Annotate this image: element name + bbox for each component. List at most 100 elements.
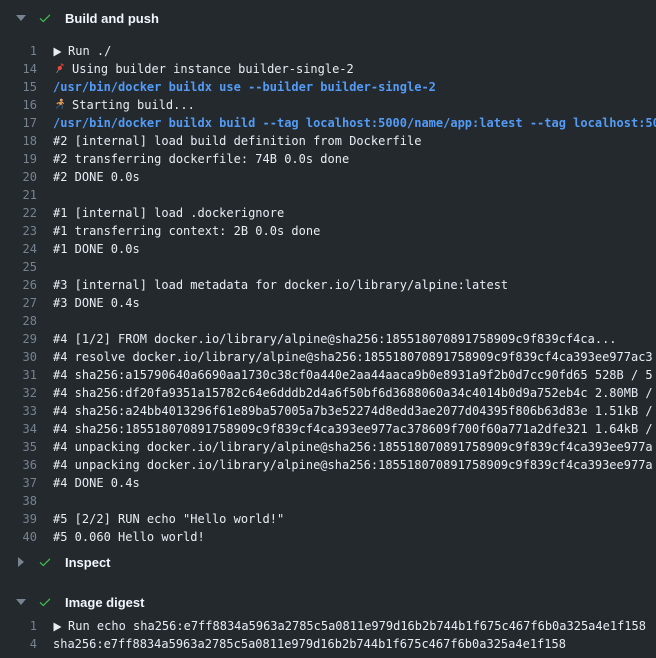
pushpin-icon [53, 62, 66, 78]
log-line: 20 #2 DONE 0.0s [0, 168, 656, 186]
line-content: #4 sha256:a24bb4013296f61e89ba57005a7b3e… [53, 402, 653, 420]
line-number[interactable]: 40 [0, 528, 37, 546]
line-number[interactable]: 29 [0, 330, 37, 348]
line-number[interactable]: 22 [0, 204, 37, 222]
line-number[interactable]: 34 [0, 420, 37, 438]
log-line: 36 #4 unpacking docker.io/library/alpine… [0, 456, 656, 474]
line-text: #2 [internal] load build definition from… [53, 134, 421, 148]
line-number[interactable]: 30 [0, 348, 37, 366]
log-section-inspect: Inspect [0, 552, 656, 572]
section-title: Build and push [65, 11, 159, 26]
log-line: 14 Using builder instance builder-single… [0, 60, 656, 78]
line-text: #2 DONE 0.0s [53, 170, 140, 184]
log-line: 35 #4 unpacking docker.io/library/alpine… [0, 438, 656, 456]
line-number[interactable]: 37 [0, 474, 37, 492]
line-number[interactable]: 24 [0, 240, 37, 258]
log-line: 24 #1 DONE 0.0s [0, 240, 656, 258]
line-number[interactable]: 31 [0, 366, 37, 384]
section-header-build-and-push[interactable]: Build and push [0, 8, 656, 28]
disclosure-triangle-icon[interactable] [16, 15, 26, 21]
line-content: #2 transferring dockerfile: 74B 0.0s don… [53, 150, 349, 168]
line-number[interactable]: 19 [0, 150, 37, 168]
log-line: 4 sha256:e7ff8834a5963a2785c5a0811e979d1… [0, 635, 656, 653]
line-text: sha256:e7ff8834a5963a2785c5a0811e979d16b… [53, 637, 566, 651]
line-text: #4 sha256:185518070891758909c9f839cf4ca3… [53, 422, 653, 436]
section-header-inspect[interactable]: Inspect [0, 552, 656, 572]
line-number[interactable]: 16 [0, 96, 37, 114]
workflow-log-viewer: Build and push 1 Run ./ 14 Using builder… [0, 0, 656, 658]
line-text: #5 0.060 Hello world! [53, 530, 205, 544]
section-header-image-digest[interactable]: Image digest [0, 592, 656, 612]
section-title: Inspect [65, 555, 111, 570]
section-title: Image digest [65, 595, 144, 610]
line-number[interactable]: 18 [0, 132, 37, 150]
runner-icon [53, 98, 66, 114]
play-icon[interactable] [53, 619, 62, 635]
line-text: #4 sha256:a15790640a6690aa1730c38cf0a440… [53, 368, 653, 382]
line-number[interactable]: 17 [0, 114, 37, 132]
line-text: Using builder instance builder-single-2 [72, 62, 354, 76]
line-number[interactable]: 28 [0, 312, 37, 330]
log-line: 33 #4 sha256:a24bb4013296f61e89ba57005a7… [0, 402, 656, 420]
line-text: #4 sha256:a24bb4013296f61e89ba57005a7b3e… [53, 404, 653, 418]
line-text: #4 unpacking docker.io/library/alpine@sh… [53, 458, 653, 472]
line-content: #1 transferring context: 2B 0.0s done [53, 222, 320, 240]
log-line: 16 Starting build... [0, 96, 656, 114]
log-line: 15 /usr/bin/docker buildx use --builder … [0, 78, 656, 96]
line-content: #4 unpacking docker.io/library/alpine@sh… [53, 456, 653, 474]
line-number[interactable]: 38 [0, 492, 37, 510]
line-number[interactable]: 4 [0, 635, 37, 653]
play-icon[interactable] [53, 44, 62, 60]
line-content: /usr/bin/docker buildx use --builder bui… [53, 78, 436, 96]
log-line: 37 #4 DONE 0.4s [0, 474, 656, 492]
line-number[interactable]: 1 [0, 42, 37, 60]
line-text: /usr/bin/docker buildx use --builder bui… [53, 80, 436, 94]
log-line: 26 #3 [internal] load metadata for docke… [0, 276, 656, 294]
line-content: #4 sha256:df20fa9351a15782c64e6dddb2d4a6… [53, 384, 653, 402]
line-content: #4 resolve docker.io/library/alpine@sha2… [53, 348, 653, 366]
line-text: #3 DONE 0.4s [53, 296, 140, 310]
line-number[interactable]: 32 [0, 384, 37, 402]
line-number[interactable]: 36 [0, 456, 37, 474]
line-number[interactable]: 25 [0, 258, 37, 276]
line-content: /usr/bin/docker buildx build --tag local… [53, 114, 656, 132]
disclosure-triangle-icon[interactable] [16, 557, 26, 567]
line-number[interactable]: 26 [0, 276, 37, 294]
log-section-build-and-push: Build and push 1 Run ./ 14 Using builder… [0, 8, 656, 546]
line-content: #3 [internal] load metadata for docker.i… [53, 276, 508, 294]
log-line: 21 [0, 186, 656, 204]
line-content: Run ./ [53, 42, 111, 60]
line-text: #1 transferring context: 2B 0.0s done [53, 224, 320, 238]
line-number[interactable]: 27 [0, 294, 37, 312]
line-text: /usr/bin/docker buildx build --tag local… [53, 116, 656, 130]
log-line: 30 #4 resolve docker.io/library/alpine@s… [0, 348, 656, 366]
line-content: #4 unpacking docker.io/library/alpine@sh… [53, 438, 653, 456]
line-number[interactable]: 20 [0, 168, 37, 186]
log-sections: Build and push 1 Run ./ 14 Using builder… [0, 8, 656, 653]
log-line: 22 #1 [internal] load .dockerignore [0, 204, 656, 222]
line-number[interactable]: 14 [0, 60, 37, 78]
line-text: #2 transferring dockerfile: 74B 0.0s don… [53, 152, 349, 166]
line-content: #4 sha256:185518070891758909c9f839cf4ca3… [53, 420, 653, 438]
log-line: 1 Run ./ [0, 42, 656, 60]
line-content: #2 [internal] load build definition from… [53, 132, 421, 150]
line-number[interactable]: 23 [0, 222, 37, 240]
line-content: #3 DONE 0.4s [53, 294, 140, 312]
log-line: 19 #2 transferring dockerfile: 74B 0.0s … [0, 150, 656, 168]
line-number[interactable]: 21 [0, 186, 37, 204]
line-number[interactable]: 33 [0, 402, 37, 420]
line-number[interactable]: 15 [0, 78, 37, 96]
line-number[interactable]: 1 [0, 617, 37, 635]
line-content: Run echo sha256:e7ff8834a5963a2785c5a081… [53, 617, 646, 635]
line-content: #1 [internal] load .dockerignore [53, 204, 284, 222]
line-content: #4 sha256:a15790640a6690aa1730c38cf0a440… [53, 366, 653, 384]
line-text: #1 DONE 0.0s [53, 242, 140, 256]
line-number[interactable]: 35 [0, 438, 37, 456]
log-line: 25 [0, 258, 656, 276]
log-section-image-digest: Image digest 1 Run echo sha256:e7ff8834a… [0, 592, 656, 653]
log-line: 32 #4 sha256:df20fa9351a15782c64e6dddb2d… [0, 384, 656, 402]
line-text: #4 unpacking docker.io/library/alpine@sh… [53, 440, 653, 454]
line-content: #5 [2/2] RUN echo "Hello world!" [53, 510, 284, 528]
disclosure-triangle-icon[interactable] [16, 599, 26, 605]
line-number[interactable]: 39 [0, 510, 37, 528]
